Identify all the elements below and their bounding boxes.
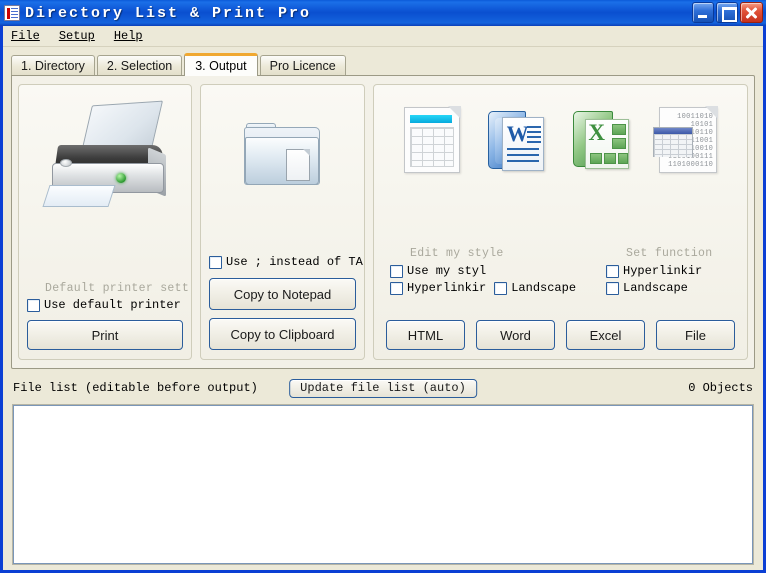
menu-bar: File Setup Help <box>3 26 763 47</box>
function-hyperlinks-label: Hyperlinkir <box>623 264 703 278</box>
style-hyperlinks-label: Hyperlinkir <box>407 281 487 295</box>
html-table-icon <box>403 106 461 173</box>
object-count-label: 0 Objects <box>688 381 753 395</box>
tab-directory-label: 1. Directory <box>21 58 85 73</box>
panel-export: W X 10011010 10101 10110 11001 10010 010… <box>373 84 748 360</box>
tab-output-label: 3. Output <box>195 59 247 73</box>
word-button[interactable]: Word <box>476 320 555 350</box>
style-landscape-label: Landscape <box>511 281 577 295</box>
export-button-row: HTML Word Excel File <box>386 320 735 350</box>
html-button-label: HTML <box>407 327 444 343</box>
default-printer-group-label: Default printer sett <box>45 282 190 295</box>
excel-button[interactable]: Excel <box>566 320 645 350</box>
window-title: Directory List & Print Pro <box>25 4 312 22</box>
window-controls <box>692 2 763 23</box>
word-button-label: Word <box>500 327 531 343</box>
clipboard-controls: Use ; instead of TA Copy to Notepad Copy… <box>209 255 364 350</box>
set-function-label: Set function <box>626 247 713 260</box>
edit-my-style-label: Edit my style <box>410 247 504 260</box>
tab-directory[interactable]: 1. Directory <box>11 55 95 75</box>
file-list-bar: File list (editable before output) Updat… <box>13 375 753 401</box>
style-hyperlinks-checkbox[interactable] <box>390 281 403 295</box>
use-default-printer-row[interactable]: Use default printer <box>27 298 183 312</box>
excel-icon: X <box>573 107 631 173</box>
use-default-printer-checkbox[interactable] <box>27 298 40 312</box>
use-my-style-label: Use my styl <box>407 264 487 278</box>
file-button[interactable]: File <box>656 320 735 350</box>
menu-help-label: Help <box>113 29 143 43</box>
copy-to-clipboard-label: Copy to Clipboard <box>230 326 335 342</box>
function-landscape-row[interactable]: Landscape <box>606 281 712 295</box>
printer-controls: Default printer sett Use default printer… <box>27 282 190 350</box>
set-function-group: Set function Hyperlinkir Landscape <box>606 247 712 307</box>
close-icon[interactable] <box>740 2 763 23</box>
folder-document-icon <box>243 123 322 189</box>
word-icon: W <box>487 107 546 173</box>
app-list-icon <box>4 5 20 21</box>
use-my-style-checkbox[interactable] <box>390 264 403 278</box>
file-list-label: File list (editable before output) <box>13 381 258 395</box>
use-my-style-row[interactable]: Use my styl <box>390 264 576 278</box>
use-semicolon-label: Use ; instead of TA <box>226 255 363 269</box>
binary-file-icon: 10011010 10101 10110 11001 10010 0100100111 11… <box>653 106 719 173</box>
tab-output[interactable]: 3. Output <box>184 53 258 76</box>
tab-strip: 1. Directory 2. Selection 3. Output Pro … <box>11 53 763 76</box>
client-area: File Setup Help 1. Directory 2. Selectio… <box>3 26 763 570</box>
tab-pro-licence[interactable]: Pro Licence <box>259 55 346 75</box>
copy-to-notepad-button[interactable]: Copy to Notepad <box>209 278 356 310</box>
function-landscape-label: Landscape <box>623 281 688 295</box>
application-window: Directory List & Print Pro File Setup He… <box>0 0 766 573</box>
export-icon-row: W X 10011010 10101 10110 11001 10010 010… <box>374 85 747 173</box>
menu-item-setup[interactable]: Setup <box>57 28 104 44</box>
menu-file-label: File <box>11 29 40 43</box>
file-list-textarea[interactable] <box>12 404 754 565</box>
tab-selection-label: 2. Selection <box>106 58 173 73</box>
use-semicolon-checkbox[interactable] <box>209 255 222 269</box>
print-button-label: Print <box>91 327 119 343</box>
use-semicolon-row[interactable]: Use ; instead of TA <box>209 255 364 269</box>
printer-icon <box>38 100 172 207</box>
panel-clipboard: Use ; instead of TA Copy to Notepad Copy… <box>200 84 365 360</box>
menu-setup-label: Setup <box>58 29 95 43</box>
menu-item-file[interactable]: File <box>9 28 49 44</box>
excel-button-label: Excel <box>589 327 622 343</box>
menu-item-help[interactable]: Help <box>112 28 152 44</box>
file-button-label: File <box>685 327 706 343</box>
update-file-list-label: Update file list (auto) <box>300 381 466 395</box>
style-hyperlinks-row[interactable]: Hyperlinkir <box>390 281 486 295</box>
use-default-printer-label: Use default printer <box>44 298 181 312</box>
panel-printer: Default printer sett Use default printer… <box>18 84 192 360</box>
style-landscape-row[interactable]: Landscape <box>494 281 576 295</box>
function-hyperlinks-checkbox[interactable] <box>606 264 620 278</box>
print-button[interactable]: Print <box>27 320 183 350</box>
html-button[interactable]: HTML <box>386 320 465 350</box>
output-panels: Default printer sett Use default printer… <box>12 76 754 368</box>
minimize-icon[interactable] <box>692 2 714 23</box>
tab-pro-licence-label: Pro Licence <box>269 58 336 73</box>
update-file-list-button[interactable]: Update file list (auto) <box>289 378 477 398</box>
function-hyperlinks-row[interactable]: Hyperlinkir <box>606 264 712 278</box>
copy-to-clipboard-button[interactable]: Copy to Clipboard <box>209 318 356 350</box>
tab-page-output: Default printer sett Use default printer… <box>11 75 755 369</box>
maximize-icon[interactable] <box>716 2 738 23</box>
style-landscape-checkbox[interactable] <box>494 281 508 295</box>
title-bar: Directory List & Print Pro <box>0 0 766 26</box>
tab-selection[interactable]: 2. Selection <box>96 55 183 75</box>
export-options: Edit my style Use my styl Hyperlinkir La… <box>390 247 735 307</box>
edit-my-style-group: Edit my style Use my styl Hyperlinkir La… <box>390 247 576 307</box>
copy-to-notepad-label: Copy to Notepad <box>233 286 332 302</box>
function-landscape-checkbox[interactable] <box>606 281 620 295</box>
